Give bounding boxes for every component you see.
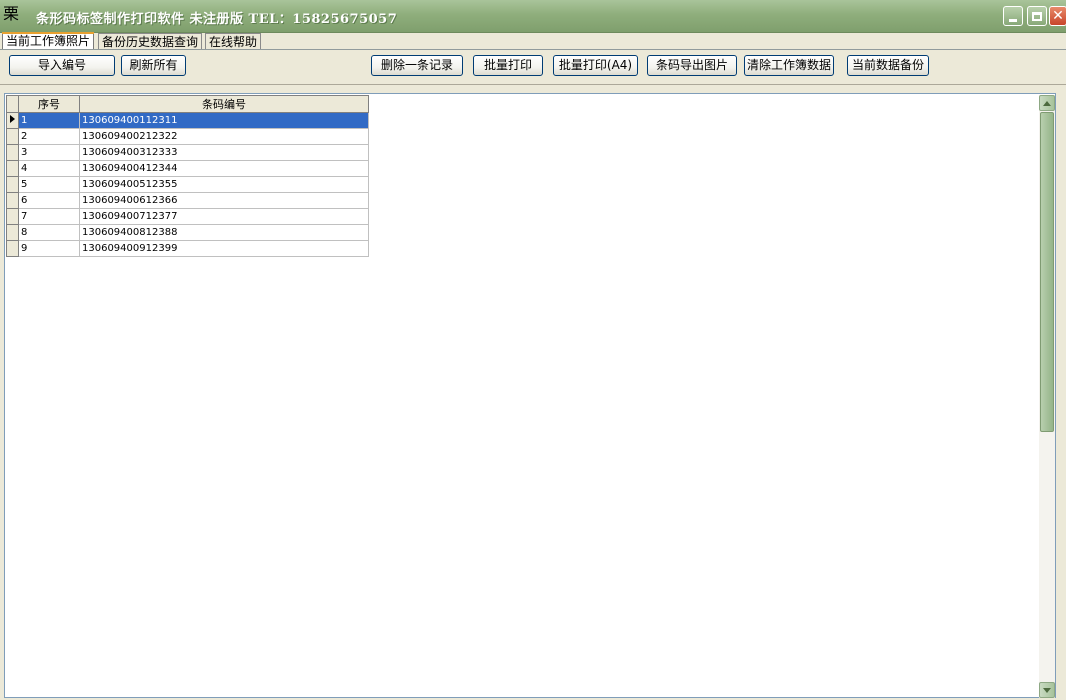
tab-panel-border bbox=[0, 49, 1066, 50]
row-indicator[interactable] bbox=[6, 240, 19, 257]
cell-code[interactable]: 130609400812388 bbox=[79, 224, 369, 241]
import-button[interactable]: 导入编号 bbox=[9, 55, 115, 76]
current-row-arrow-icon bbox=[10, 115, 15, 123]
maximize-button[interactable] bbox=[1027, 6, 1047, 26]
header-row: 序号 条码编号 bbox=[6, 95, 369, 113]
scroll-down-button[interactable] bbox=[1039, 682, 1055, 698]
row-indicator[interactable] bbox=[6, 208, 19, 225]
title-bar: 栗 条形码标签制作打印软件 未注册版 TEL：15825675057 ✕ bbox=[0, 0, 1066, 33]
scroll-up-button[interactable] bbox=[1039, 95, 1055, 111]
cell-code[interactable]: 130609400512355 bbox=[79, 176, 369, 193]
cell-seq[interactable]: 1 bbox=[18, 112, 80, 129]
table-row[interactable]: 6 130609400612366 bbox=[6, 192, 369, 209]
cell-code[interactable]: 130609400712377 bbox=[79, 208, 369, 225]
table-row[interactable]: 5 130609400512355 bbox=[6, 176, 369, 193]
data-grid[interactable]: 序号 条码编号 1 130609400112311 2 130609400212… bbox=[4, 93, 1056, 698]
arrow-up-icon bbox=[1043, 100, 1051, 106]
cell-code[interactable]: 130609400912399 bbox=[79, 240, 369, 257]
row-indicator[interactable] bbox=[6, 128, 19, 145]
cell-code[interactable]: 130609400612366 bbox=[79, 192, 369, 209]
cell-code[interactable]: 130609400312333 bbox=[79, 144, 369, 161]
cell-seq[interactable]: 2 bbox=[18, 128, 80, 145]
row-indicator[interactable] bbox=[6, 192, 19, 209]
barcode-table: 序号 条码编号 1 130609400112311 2 130609400212… bbox=[6, 95, 369, 257]
tab-strip: 当前工作簿照片 备份历史数据查询 在线帮助 bbox=[0, 32, 1066, 50]
batch-print-a4-button[interactable]: 批量打印(A4) bbox=[553, 55, 638, 76]
table-row[interactable]: 4 130609400412344 bbox=[6, 160, 369, 177]
row-indicator[interactable] bbox=[6, 176, 19, 193]
row-indicator[interactable] bbox=[6, 112, 19, 129]
clear-workbook-button[interactable]: 清除工作簿数据 bbox=[744, 55, 834, 76]
arrow-down-icon bbox=[1043, 687, 1051, 693]
export-image-button[interactable]: 条码导出图片 bbox=[647, 55, 737, 76]
scroll-thumb[interactable] bbox=[1040, 112, 1054, 432]
column-header-seq[interactable]: 序号 bbox=[18, 95, 80, 113]
minimize-icon bbox=[1009, 18, 1017, 22]
toolbar-divider bbox=[0, 84, 1066, 85]
table-row[interactable]: 3 130609400312333 bbox=[6, 144, 369, 161]
cell-seq[interactable]: 7 bbox=[18, 208, 80, 225]
cell-seq[interactable]: 8 bbox=[18, 224, 80, 241]
app-icon[interactable]: 栗 bbox=[2, 5, 20, 23]
table-row[interactable]: 8 130609400812388 bbox=[6, 224, 369, 241]
cell-seq[interactable]: 6 bbox=[18, 192, 80, 209]
window-title: 条形码标签制作打印软件 未注册版 TEL：15825675057 bbox=[36, 12, 398, 27]
table-row[interactable]: 7 130609400712377 bbox=[6, 208, 369, 225]
tab-current-workbook[interactable]: 当前工作簿照片 bbox=[1, 32, 95, 50]
cell-code[interactable]: 130609400412344 bbox=[79, 160, 369, 177]
delete-record-button[interactable]: 删除一条记录 bbox=[371, 55, 463, 76]
table-row[interactable]: 2 130609400212322 bbox=[6, 128, 369, 145]
cell-code[interactable]: 130609400212322 bbox=[79, 128, 369, 145]
table-row[interactable]: 1 130609400112311 bbox=[6, 112, 369, 129]
row-indicator-header bbox=[6, 95, 19, 113]
close-icon: ✕ bbox=[1052, 8, 1064, 24]
row-indicator[interactable] bbox=[6, 160, 19, 177]
close-button[interactable]: ✕ bbox=[1049, 6, 1066, 26]
maximize-icon bbox=[1032, 11, 1042, 21]
backup-button[interactable]: 当前数据备份 bbox=[847, 55, 929, 76]
cell-seq[interactable]: 4 bbox=[18, 160, 80, 177]
cell-seq[interactable]: 9 bbox=[18, 240, 80, 257]
tab-backup-history[interactable]: 备份历史数据查询 bbox=[98, 33, 203, 49]
tab-online-help[interactable]: 在线帮助 bbox=[205, 33, 262, 49]
table-row[interactable]: 9 130609400912399 bbox=[6, 240, 369, 257]
cell-code[interactable]: 130609400112311 bbox=[79, 112, 369, 129]
refresh-button[interactable]: 刷新所有 bbox=[121, 55, 186, 76]
minimize-button[interactable] bbox=[1003, 6, 1023, 26]
cell-seq[interactable]: 5 bbox=[18, 176, 80, 193]
batch-print-button[interactable]: 批量打印 bbox=[473, 55, 543, 76]
row-indicator[interactable] bbox=[6, 224, 19, 241]
column-header-code[interactable]: 条码编号 bbox=[79, 95, 369, 113]
vertical-scrollbar[interactable] bbox=[1039, 95, 1055, 698]
cell-seq[interactable]: 3 bbox=[18, 144, 80, 161]
row-indicator[interactable] bbox=[6, 144, 19, 161]
